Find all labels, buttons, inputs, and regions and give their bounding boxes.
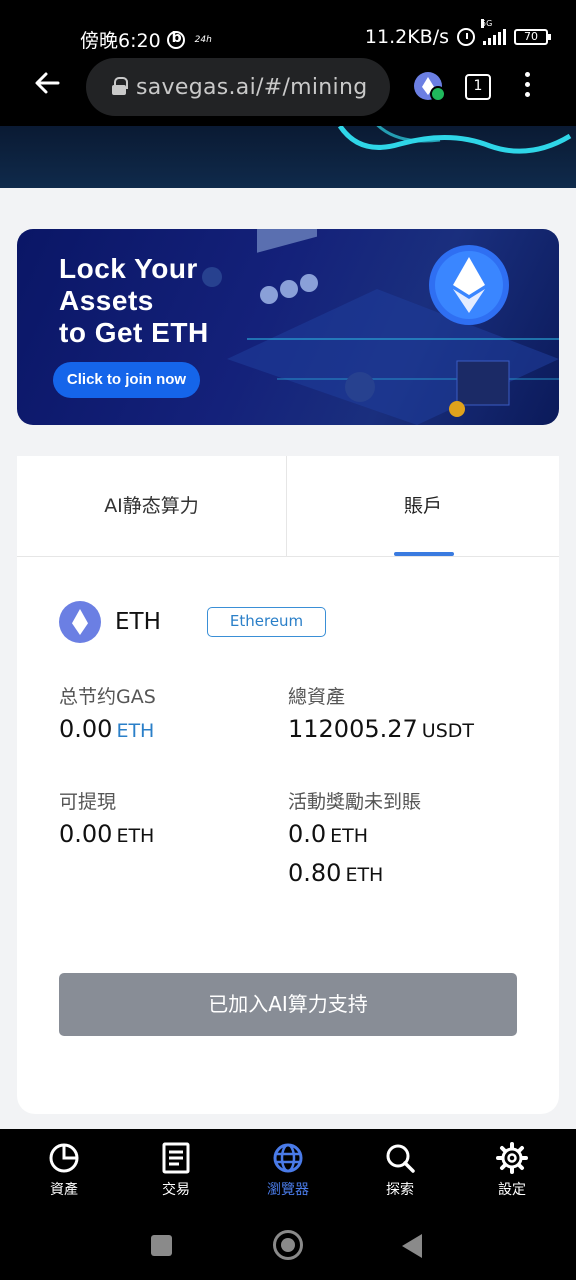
recent-apps-button[interactable] [151,1235,172,1256]
network-type: 5G [481,19,493,28]
system-nav-bar [0,1215,576,1280]
active-tab-indicator [394,552,454,556]
coin-header: ETH Ethereum [59,600,327,644]
tab-bar: AI静态算力 賬戶 [17,456,559,557]
join-now-button[interactable]: Click to join now [53,362,200,398]
coin-symbol: ETH [115,609,161,635]
tab-switcher-button[interactable]: 1 [465,74,491,100]
total-assets-label: 總資產 [288,686,346,708]
nav-trade[interactable]: 交易 [136,1141,216,1199]
banner-title-line: to Get ETH [59,317,209,348]
nav-assets[interactable]: 資產 [24,1141,104,1199]
value-unit: ETH [330,825,369,847]
document-icon [136,1141,216,1175]
value-number: 0.00 [59,820,113,848]
globe-icon [248,1141,328,1175]
gear-icon [472,1141,552,1175]
nav-label: 設定 [498,1182,526,1198]
value-unit: ETH [116,825,155,847]
pending-rewards-label: 活動獎勵未到賬 [288,791,422,813]
banner-title: Lock Your Assets to Get ETH [59,253,209,349]
lock-icon [112,77,128,95]
banner-title-line: Assets [59,285,154,316]
nav-explore[interactable]: 探索 [360,1141,440,1199]
withdrawable-label: 可提現 [59,791,117,813]
alarm-icon [457,28,475,46]
status-bar: 傍晚6:20 24h 11.2KB/s 5G 70 [0,0,576,54]
nav-label: 交易 [162,1182,190,1198]
joined-ai-power-button[interactable]: 已加入AI算力支持 [59,973,517,1036]
total-gas-saved-label: 总节约GAS [59,686,156,708]
total-assets-value: 112005.27 USDT [288,715,474,743]
tab-account[interactable]: 賬戶 [288,456,558,556]
promo-banner[interactable]: Lock Your Assets to Get ETH Click to joi… [17,229,559,425]
search-icon [360,1141,440,1175]
status-mini-label: 24h [194,34,212,45]
value-unit: ETH [345,864,384,886]
value-number: 0.80 [288,859,342,887]
banner-title-line: Lock Your [59,253,198,284]
pie-chart-icon [24,1141,104,1175]
network-badge: Ethereum [206,607,327,637]
value-number: 0.00 [59,715,113,743]
value-unit: ETH [116,720,155,742]
total-gas-saved-value: 0.00 ETH [59,715,154,743]
pending-rewards-value-2: 0.80 ETH [288,859,383,887]
signal-icon: 5G [481,19,506,45]
browser-toolbar: savegas.ai/#/mining 1 [0,54,576,126]
tab-ai-static-power[interactable]: AI静态算力 [17,456,287,556]
nav-browser[interactable]: 瀏覽器 [248,1141,328,1199]
value-number: 0.0 [288,820,327,848]
withdrawable-value: 0.00 ETH [59,820,154,848]
app-notification-icon [166,30,185,49]
overflow-menu-icon[interactable] [522,72,532,102]
address-bar[interactable]: savegas.ai/#/mining [86,58,390,116]
mining-card: AI静态算力 賬戶 ETH Ethereum 总节约GAS 0.00 ETH 總資… [17,456,559,1114]
bottom-nav: 資產 交易 瀏覽器 探索 設定 [0,1129,576,1215]
net-speed: 11.2KB/s [364,26,449,48]
nav-label: 瀏覽器 [267,1182,309,1198]
nav-settings[interactable]: 設定 [472,1141,552,1199]
system-back-button[interactable] [402,1234,422,1258]
home-button[interactable] [273,1230,303,1260]
pending-rewards-value: 0.0 ETH [288,820,368,848]
nav-label: 資產 [50,1182,78,1198]
wallet-extension-icon[interactable] [414,72,446,102]
eth-icon [59,601,101,643]
battery-icon: 70 [514,29,551,45]
hero-image [0,126,576,188]
value-unit: USDT [421,720,475,742]
nav-label: 探索 [386,1182,414,1198]
url-text: savegas.ai/#/mining [136,74,368,100]
status-time: 傍晚6:20 [80,30,161,52]
back-arrow-icon[interactable] [32,68,66,102]
value-number: 112005.27 [288,715,418,743]
